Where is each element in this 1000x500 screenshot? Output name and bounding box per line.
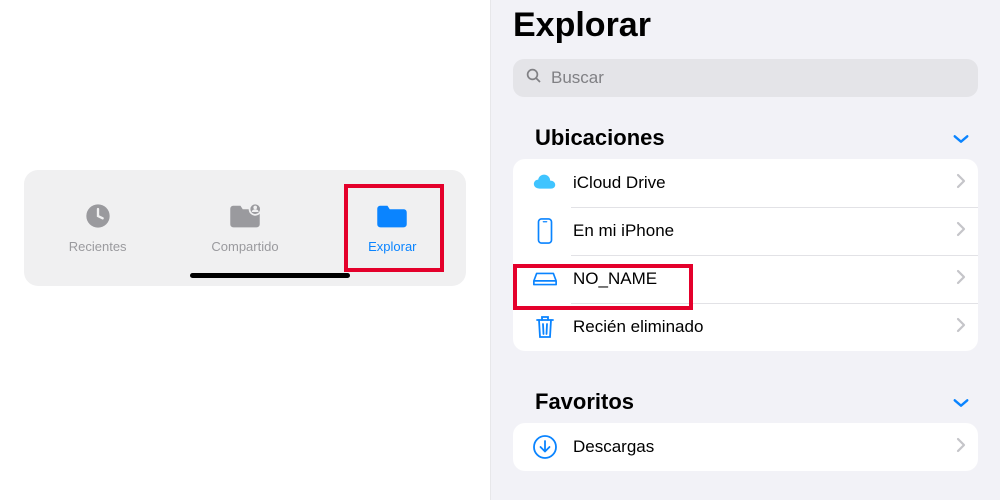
browse-panel: Explorar Buscar Ubicaciones iCloud Drive… <box>490 0 1000 500</box>
shared-folder-icon <box>228 202 262 233</box>
tab-recent-label: Recientes <box>69 239 127 254</box>
row-on-my-iphone[interactable]: En mi iPhone <box>513 207 978 255</box>
search-input[interactable]: Buscar <box>513 59 978 97</box>
favorites-list: Descargas <box>513 423 978 471</box>
tab-bar-preview: Recientes Compartido Explorar <box>0 0 490 500</box>
section-header-favorites[interactable]: Favoritos <box>491 381 1000 423</box>
row-label: Descargas <box>573 437 956 457</box>
chevron-right-icon <box>956 437 966 458</box>
iphone-icon <box>529 218 561 244</box>
chevron-right-icon <box>956 317 966 338</box>
row-external-drive[interactable]: NO_NAME <box>513 255 978 303</box>
locations-list: iCloud Drive En mi iPhone NO_NAME <box>513 159 978 351</box>
cloud-icon <box>529 170 561 196</box>
section-title-locations: Ubicaciones <box>535 125 665 151</box>
row-recently-deleted[interactable]: Recién eliminado <box>513 303 978 351</box>
folder-icon <box>375 202 409 233</box>
home-indicator <box>190 273 350 278</box>
chevron-right-icon <box>956 173 966 194</box>
chevron-down-icon <box>952 125 970 151</box>
search-placeholder: Buscar <box>551 68 604 88</box>
row-downloads[interactable]: Descargas <box>513 423 978 471</box>
chevron-down-icon <box>952 389 970 415</box>
row-icloud-drive[interactable]: iCloud Drive <box>513 159 978 207</box>
tab-recent[interactable]: Recientes <box>33 202 163 254</box>
chevron-right-icon <box>956 269 966 290</box>
bottom-tab-bar: Recientes Compartido Explorar <box>24 170 466 286</box>
row-label: En mi iPhone <box>573 221 956 241</box>
row-label: iCloud Drive <box>573 173 956 193</box>
section-header-locations[interactable]: Ubicaciones <box>491 117 1000 159</box>
tab-shared[interactable]: Compartido <box>180 202 310 254</box>
trash-icon <box>529 314 561 340</box>
drive-icon <box>529 266 561 292</box>
tab-shared-label: Compartido <box>211 239 278 254</box>
tab-browse-label: Explorar <box>368 239 416 254</box>
row-label: NO_NAME <box>573 269 956 289</box>
page-title: Explorar <box>491 0 1000 59</box>
chevron-right-icon <box>956 221 966 242</box>
clock-icon <box>81 202 115 233</box>
row-label: Recién eliminado <box>573 317 956 337</box>
section-title-favorites: Favoritos <box>535 389 634 415</box>
search-icon <box>525 67 543 90</box>
download-icon <box>529 434 561 460</box>
tab-browse[interactable]: Explorar <box>327 202 457 254</box>
